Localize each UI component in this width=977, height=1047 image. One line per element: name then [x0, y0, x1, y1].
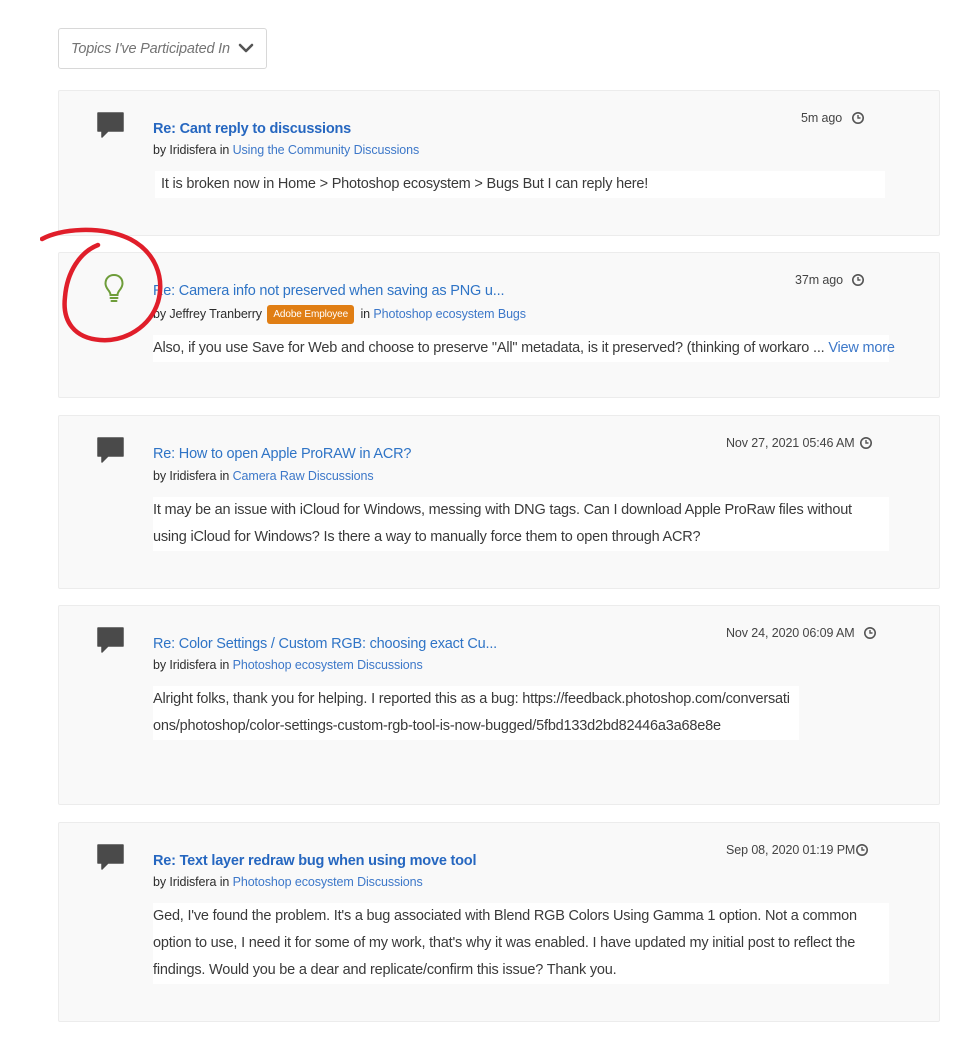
- topics-filter-dropdown[interactable]: Topics I've Participated In: [58, 28, 267, 69]
- clock-icon: [852, 112, 864, 124]
- board-link[interactable]: Photoshop ecosystem Bugs: [373, 307, 526, 321]
- post-meta: by Iridisfera in Camera Raw Discussions: [153, 469, 374, 483]
- in-label: in: [219, 875, 230, 889]
- clock-icon: [860, 437, 872, 449]
- by-label: by: [153, 875, 167, 889]
- post-meta: by Iridisfera in Photoshop ecosystem Dis…: [153, 875, 423, 889]
- post-card: Re: How to open Apple ProRAW in ACR? by …: [58, 415, 940, 589]
- board-link[interactable]: Using the Community Discussions: [233, 143, 420, 157]
- post-excerpt: Alright folks, thank you for helping. I …: [153, 686, 799, 740]
- post-meta: by Jeffrey Tranberry Adobe Employee in P…: [153, 305, 526, 324]
- by-label: by: [153, 307, 167, 321]
- speech-bubble-icon: [97, 627, 124, 653]
- post-excerpt: Ged, I've found the problem. It's a bug …: [153, 903, 889, 984]
- post-card: Re: Camera info not preserved when savin…: [58, 252, 940, 398]
- by-label: by: [153, 658, 167, 672]
- post-timestamp: Nov 27, 2021 05:46 AM: [726, 436, 855, 450]
- post-meta: by Iridisfera in Using the Community Dis…: [153, 143, 419, 157]
- speech-bubble-icon: [97, 112, 124, 138]
- post-timestamp: 5m ago: [801, 111, 843, 125]
- post-title-link[interactable]: Re: Color Settings / Custom RGB: choosin…: [153, 636, 497, 652]
- speech-bubble-icon: [97, 844, 124, 870]
- clock-icon: [864, 627, 876, 639]
- post-meta: by Iridisfera in Photoshop ecosystem Dis…: [153, 658, 423, 672]
- author-link[interactable]: Iridisfera: [169, 143, 216, 157]
- lightbulb-icon: [104, 273, 124, 302]
- post-title-link[interactable]: Re: Camera info not preserved when savin…: [153, 283, 504, 299]
- post-title-link[interactable]: Re: How to open Apple ProRAW in ACR?: [153, 446, 411, 462]
- clock-icon: [856, 844, 868, 856]
- author-link[interactable]: Iridisfera: [169, 469, 216, 483]
- topics-filter-label: Topics I've Participated In: [71, 40, 230, 57]
- post-excerpt: It may be an issue with iCloud for Windo…: [153, 497, 889, 551]
- chevron-down-icon: [238, 43, 254, 53]
- post-card: Re: Text layer redraw bug when using mov…: [58, 822, 940, 1022]
- post-excerpt: Also, if you use Save for Web and choose…: [153, 335, 895, 362]
- excerpt-text: Also, if you use Save for Web and choose…: [153, 340, 825, 356]
- post-title-link[interactable]: Re: Text layer redraw bug when using mov…: [153, 853, 476, 869]
- in-label: in: [219, 469, 230, 483]
- post-timestamp: Nov 24, 2020 06:09 AM: [726, 626, 855, 640]
- post-title-link[interactable]: Re: Cant reply to discussions: [153, 121, 351, 137]
- author-link[interactable]: Jeffrey Tranberry: [169, 307, 262, 321]
- clock-icon: [852, 274, 864, 286]
- view-more-link[interactable]: View more: [828, 340, 895, 356]
- by-label: by: [153, 143, 167, 157]
- post-excerpt: It is broken now in Home > Photoshop eco…: [155, 171, 885, 198]
- post-card: Re: Color Settings / Custom RGB: choosin…: [58, 605, 940, 805]
- post-card: Re: Cant reply to discussions by Iridisf…: [58, 90, 940, 236]
- employee-badge: Adobe Employee: [267, 305, 355, 324]
- in-label: in: [219, 143, 230, 157]
- in-label: in: [219, 658, 230, 672]
- board-link[interactable]: Photoshop ecosystem Discussions: [233, 658, 423, 672]
- board-link[interactable]: Photoshop ecosystem Discussions: [233, 875, 423, 889]
- by-label: by: [153, 469, 167, 483]
- speech-bubble-icon: [97, 437, 124, 463]
- board-link[interactable]: Camera Raw Discussions: [233, 469, 374, 483]
- post-timestamp: Sep 08, 2020 01:19 PM: [726, 843, 856, 857]
- post-timestamp: 37m ago: [795, 273, 843, 287]
- in-label: in: [360, 307, 370, 321]
- author-link[interactable]: Iridisfera: [169, 658, 216, 672]
- author-link[interactable]: Iridisfera: [169, 875, 216, 889]
